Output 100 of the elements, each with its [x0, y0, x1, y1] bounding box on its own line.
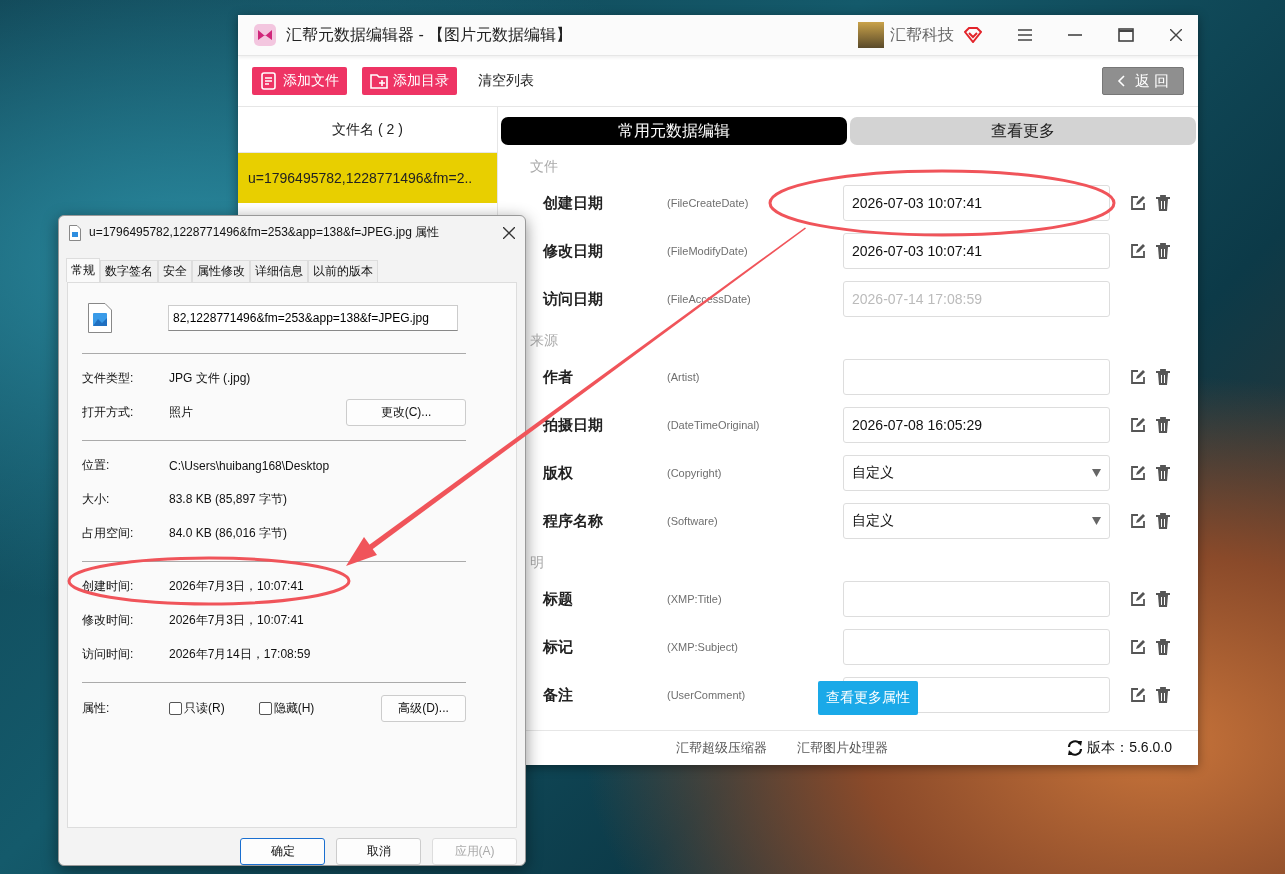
edit-icon[interactable]	[1130, 687, 1146, 703]
close-icon[interactable]	[1170, 29, 1182, 41]
delete-icon[interactable]	[1156, 513, 1170, 529]
property-label: 修改时间:	[82, 612, 135, 630]
input-field[interactable]	[843, 629, 1110, 665]
dropdown-arrow-icon	[1092, 469, 1101, 477]
delete-icon[interactable]	[1156, 243, 1170, 259]
edit-icon[interactable]	[1130, 639, 1146, 655]
property-label: 占用空间:	[82, 525, 135, 543]
menu-icon[interactable]	[1018, 29, 1032, 41]
edit-icon[interactable]	[1130, 417, 1146, 433]
dropdown[interactable]: 自定义	[843, 455, 1110, 491]
field-tag: (FileModifyDate)	[667, 245, 748, 257]
chevron-left-icon	[1116, 75, 1125, 87]
add-folder-button[interactable]: 添加目录	[362, 67, 457, 95]
tab[interactable]: 以前的版本	[308, 259, 378, 282]
property-label: 文件类型:	[82, 370, 135, 388]
delete-icon[interactable]	[1156, 417, 1170, 433]
app-logo-icon	[254, 24, 276, 46]
product-link[interactable]: 汇帮图片处理器	[797, 739, 888, 757]
tab[interactable]: 查看更多	[850, 117, 1196, 145]
input-field[interactable]	[843, 581, 1110, 617]
delete-icon[interactable]	[1156, 591, 1170, 607]
field-tag: (FileCreateDate)	[667, 197, 749, 209]
section-title: 文件	[530, 157, 559, 176]
file-icon	[69, 224, 81, 241]
brand-name: 汇帮科技	[890, 24, 954, 45]
delete-icon[interactable]	[1156, 195, 1170, 211]
field-label: 拍摄日期	[543, 415, 604, 435]
checkbox[interactable]	[258, 702, 272, 716]
property-value: 83.8 KB (85,897 字节)	[169, 491, 288, 509]
field-label: 修改日期	[543, 241, 604, 261]
tab[interactable]: 常规	[66, 257, 100, 282]
maximize-icon[interactable]	[1118, 28, 1134, 42]
edit-icon[interactable]	[1130, 465, 1146, 481]
edit-icon[interactable]	[1130, 243, 1146, 259]
edit-icon[interactable]	[1130, 195, 1146, 211]
image-file-icon	[88, 302, 112, 333]
field-label: 备注	[543, 685, 574, 705]
delete-icon[interactable]	[1156, 369, 1170, 385]
tab[interactable]: 安全	[158, 259, 192, 282]
input-field[interactable]: 2026-07-08 16:05:29	[843, 407, 1110, 443]
field-label: 标记	[543, 637, 574, 657]
field-label: 程序名称	[543, 511, 604, 531]
property-value: 84.0 KB (86,016 字节)	[169, 525, 288, 543]
property-value: 2026年7月14日，17:08:59	[169, 646, 311, 664]
field-tag: (XMP:Title)	[667, 593, 722, 605]
tab[interactable]: 常用元数据编辑	[501, 117, 847, 145]
dropdown-arrow-icon	[1092, 517, 1101, 525]
property-label: 大小:	[82, 491, 111, 509]
tab[interactable]: 属性修改	[192, 259, 250, 282]
product-link[interactable]: 汇帮超级压缩器	[676, 739, 767, 757]
clear-list-button[interactable]: 清空列表	[472, 72, 540, 90]
property-label: 打开方式:	[82, 404, 135, 422]
delete-icon[interactable]	[1156, 687, 1170, 703]
edit-icon[interactable]	[1130, 513, 1146, 529]
property-value: JPG 文件 (.jpg)	[169, 370, 251, 388]
input-field[interactable]: 2026-07-03 10:07:41	[843, 185, 1110, 221]
field-label: 版权	[543, 463, 574, 483]
field-label: 创建日期	[543, 193, 604, 213]
folder-plus-icon	[370, 72, 388, 90]
close-icon[interactable]	[503, 226, 515, 239]
advanced-button[interactable]: 高级(D)...	[381, 695, 466, 723]
add-file-button[interactable]: 添加文件	[252, 67, 347, 95]
field-tag: (UserComment)	[667, 689, 746, 701]
field-label: 访问日期	[543, 289, 604, 309]
field-tag: (Software)	[667, 515, 718, 527]
input-field[interactable]	[843, 359, 1110, 395]
dialog-button[interactable]: 取消	[336, 838, 421, 865]
input-field[interactable]: 2026-07-03 10:07:41	[843, 233, 1110, 269]
checkbox-label: 只读(R)	[184, 700, 225, 718]
property-value: 2026年7月3日，10:07:41	[169, 612, 304, 630]
window-title: 汇帮元数据编辑器 - 【图片元数据编辑】	[286, 24, 573, 45]
tab[interactable]: 数字签名	[100, 259, 158, 282]
tab[interactable]: 详细信息	[250, 259, 308, 282]
checkbox-label: 隐藏(H)	[273, 700, 315, 718]
edit-icon[interactable]	[1130, 591, 1146, 607]
document-icon	[260, 72, 278, 90]
file-list-item[interactable]: u=1796495782,1228771496&fm=2..	[238, 153, 497, 203]
property-label: 创建时间:	[82, 578, 135, 596]
property-value: 照片	[169, 404, 193, 422]
delete-icon[interactable]	[1156, 465, 1170, 481]
refresh-icon[interactable]	[1067, 740, 1084, 756]
diamond-icon	[964, 27, 982, 43]
change-button[interactable]: 更改(C)...	[346, 399, 466, 427]
dialog-button[interactable]: 确定	[240, 838, 325, 865]
section-title: 明	[530, 553, 545, 572]
delete-icon[interactable]	[1156, 639, 1170, 655]
brand-logo	[858, 22, 884, 48]
edit-icon[interactable]	[1130, 369, 1146, 385]
section-title: 来源	[530, 331, 559, 350]
field-tag: (Artist)	[667, 371, 700, 383]
property-value: C:\Users\huibang168\Desktop	[169, 458, 330, 473]
checkbox[interactable]	[169, 702, 182, 716]
field-tag: (Copyright)	[667, 467, 722, 479]
property-label: 属性:	[82, 700, 111, 718]
dropdown[interactable]: 自定义	[843, 503, 1110, 539]
file-name-field[interactable]: 82,1228771496&fm=253&app=138&f=JPEG.jpg	[168, 304, 458, 331]
field-label: 标题	[543, 589, 574, 609]
version-text: 版本：5.6.0.0	[1087, 739, 1172, 757]
